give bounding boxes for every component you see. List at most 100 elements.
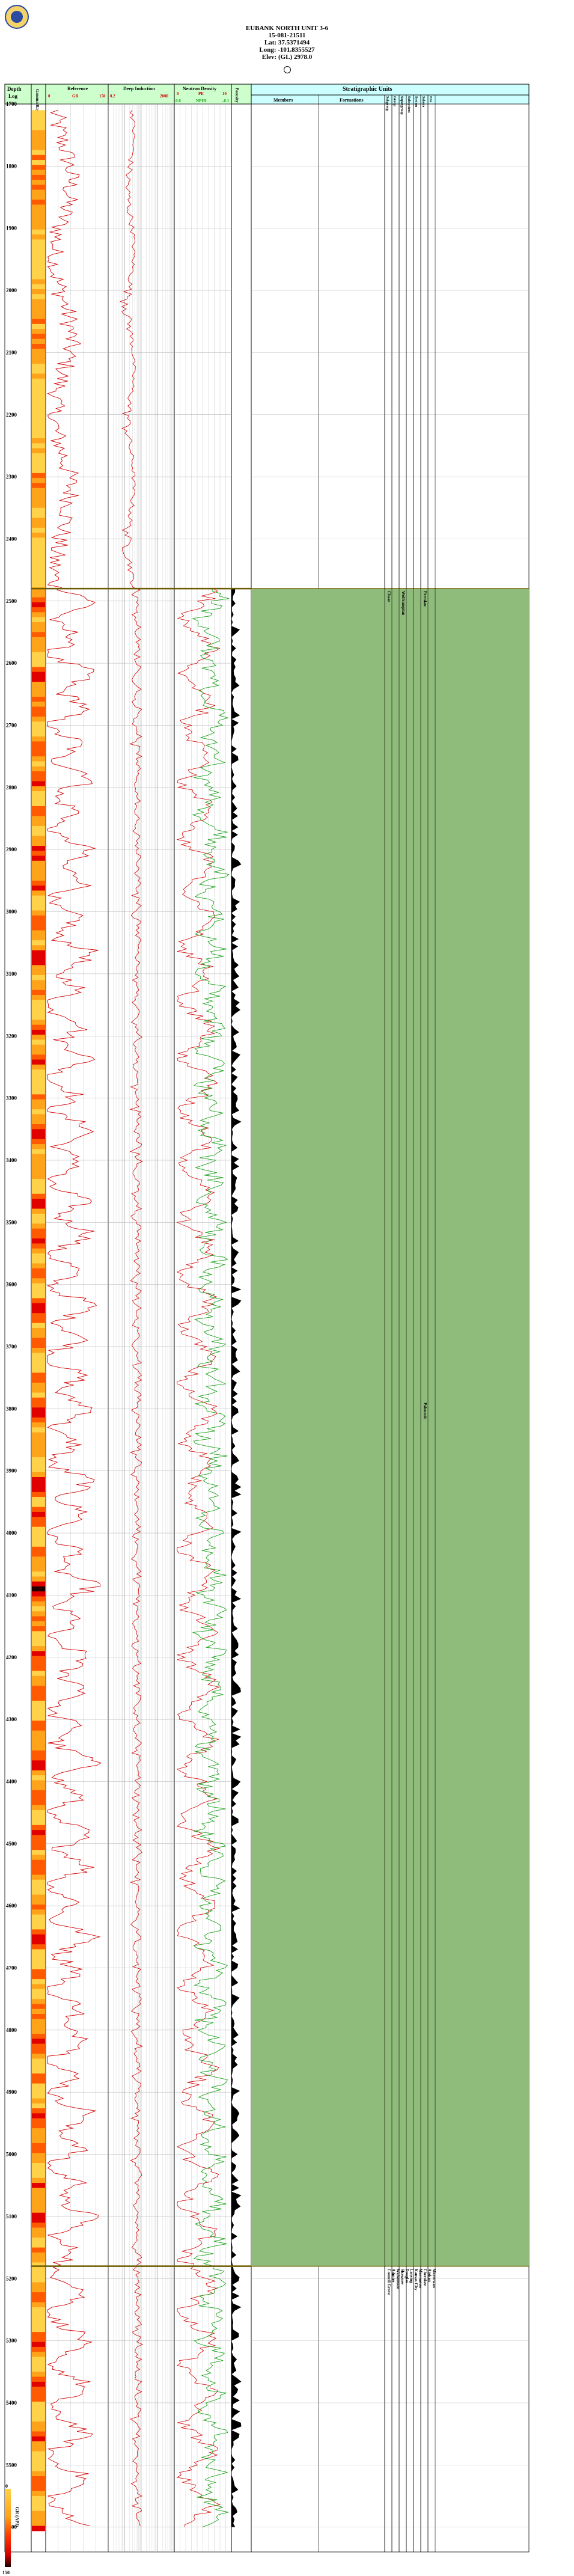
gr-colorfill-band — [32, 200, 45, 205]
gr-colorfill-band — [32, 473, 45, 479]
gr-colorfill-band — [32, 1333, 45, 1339]
gr-colorfill-band — [32, 1969, 45, 1975]
nd-scale-left: 0 — [177, 91, 179, 96]
gr-colorfill-band — [32, 791, 45, 797]
gr-colorfill-band — [32, 343, 45, 349]
gr-colorfill-band — [32, 1169, 45, 1175]
gr-colorfill-band — [32, 866, 45, 871]
gr-colorfill-band — [32, 2495, 45, 2501]
gr-colorfill-band — [32, 980, 45, 986]
gr-colorfill-band — [32, 572, 45, 578]
neutron-density-label: Neutron Density — [183, 86, 216, 91]
gr-colorfill-band — [32, 478, 45, 483]
gr-colorfill-band — [32, 632, 45, 638]
gr-colorfill-band — [32, 672, 45, 678]
gr-colorfill-band — [32, 1158, 45, 1164]
gr-colorfill-band — [32, 696, 45, 702]
gr-colorfill-band — [32, 1278, 45, 1284]
gr-colorfill-band — [32, 1984, 45, 1990]
gr-colorfill-band — [32, 1606, 45, 1612]
gr-colorfill-band — [32, 1934, 45, 1940]
deep-induction-curve — [120, 110, 144, 2526]
ref-scale-left: 0 — [48, 94, 50, 99]
gr-colorfill-band — [32, 2471, 45, 2477]
depth-label: 5000 — [6, 2152, 17, 2158]
gr-colorfill-band — [32, 552, 45, 558]
gr-colorfill-band — [32, 985, 45, 991]
nd-scale-right: 10 — [222, 91, 227, 96]
gr-colorfill-band — [32, 1338, 45, 1344]
gr-colorfill-band — [32, 1318, 45, 1324]
gr-colorfill-band — [32, 1850, 45, 1855]
gr-colorfill-band — [32, 2158, 45, 2164]
gr-colorfill-band — [32, 1005, 45, 1011]
gr-colorfill-band — [32, 2133, 45, 2139]
gr-colorfill-band — [32, 945, 45, 951]
gr-colorfill-band — [32, 2461, 45, 2467]
gr-colorfill-band — [32, 1397, 45, 1403]
gr-colorfill-band — [32, 1800, 45, 1806]
gr-colorfill-band — [32, 1631, 45, 1637]
gr-colorfill-band — [32, 1238, 45, 1244]
gr-colorfill-band — [32, 264, 45, 270]
gr-colorfill-band — [32, 1864, 45, 1870]
gr-colorfill-band — [32, 1840, 45, 1846]
depth-label: 2200 — [6, 412, 17, 418]
gr-colorfill-band — [32, 468, 45, 474]
gr-colorfill-band — [32, 1228, 45, 1234]
gr-colorfill-band — [32, 2466, 45, 2472]
gr-colorfill-band — [32, 2521, 45, 2527]
gr-colorfill-band — [32, 1885, 45, 1890]
gr-colorfill-band — [32, 135, 45, 141]
depth-label: 2500 — [6, 598, 17, 604]
gr-colorfill-band — [32, 1999, 45, 2004]
ref-scale-right: 150 — [99, 94, 106, 99]
lower-strat-label: Council Grove — [386, 2269, 391, 2295]
gr-colorfill-band — [32, 2441, 45, 2447]
depth-label: 3500 — [6, 1219, 17, 1225]
gr-colorfill-band — [32, 1193, 45, 1199]
gr-colorfill-band — [32, 284, 45, 290]
lower-strat-label: Atokan — [427, 2269, 432, 2282]
gr-colorfill-band — [32, 1039, 45, 1045]
gr-colorfill-band — [32, 403, 45, 409]
gr-colorfill-band — [32, 2491, 45, 2497]
gr-colorfill-band — [32, 1417, 45, 1423]
gr-colorfill-band — [32, 2342, 45, 2348]
gr-colorfill-band — [32, 1919, 45, 1925]
depth-label: 4100 — [6, 1592, 17, 1598]
gr-colorfill-band — [32, 2148, 45, 2153]
depth-label: 5100 — [6, 2213, 17, 2220]
deep-induction-label: Deep Induction — [123, 86, 155, 91]
gr-colorfill-band — [32, 637, 45, 643]
depth-label: 2300 — [6, 474, 17, 480]
gr-colorfill-band — [32, 781, 45, 787]
gr-colorfill-band — [32, 1820, 45, 1826]
gr-colorfill-band — [32, 2252, 45, 2258]
gr-colorfill-band — [32, 319, 45, 325]
gr-colorfill-band — [32, 1149, 45, 1155]
gr-colorfill-band — [32, 1044, 45, 1050]
gr-colorfill-band — [32, 393, 45, 399]
gr-colorfill-band — [32, 1024, 45, 1030]
gr-colorfill-band — [32, 1517, 45, 1522]
gr-colorfill-band — [32, 2013, 45, 2019]
gr-colorfill-band — [32, 2192, 45, 2198]
gr-colorfill-band — [32, 1894, 45, 1900]
gr-colorfill-band — [32, 2108, 45, 2114]
gr-colorfill-band — [32, 2063, 45, 2069]
gr-colorfill-band — [32, 413, 45, 419]
group-column-label: Group — [392, 96, 396, 107]
gr-colorfill-band — [32, 463, 45, 469]
gr-colorfill-band — [32, 1059, 45, 1065]
gr-colorfill-band — [32, 1298, 45, 1304]
gr-colorfill-band — [32, 955, 45, 961]
gr-colorfill-band — [32, 2361, 45, 2367]
era-label: Permian — [423, 591, 427, 607]
gr-colorfill-band — [32, 398, 45, 404]
gr-colorfill-band — [32, 533, 45, 538]
log-header-label: Log — [8, 93, 18, 99]
gr-colorfill-band — [32, 1089, 45, 1095]
group-column-label: Subera — [421, 96, 425, 107]
gr-colorfill-band — [32, 2138, 45, 2144]
